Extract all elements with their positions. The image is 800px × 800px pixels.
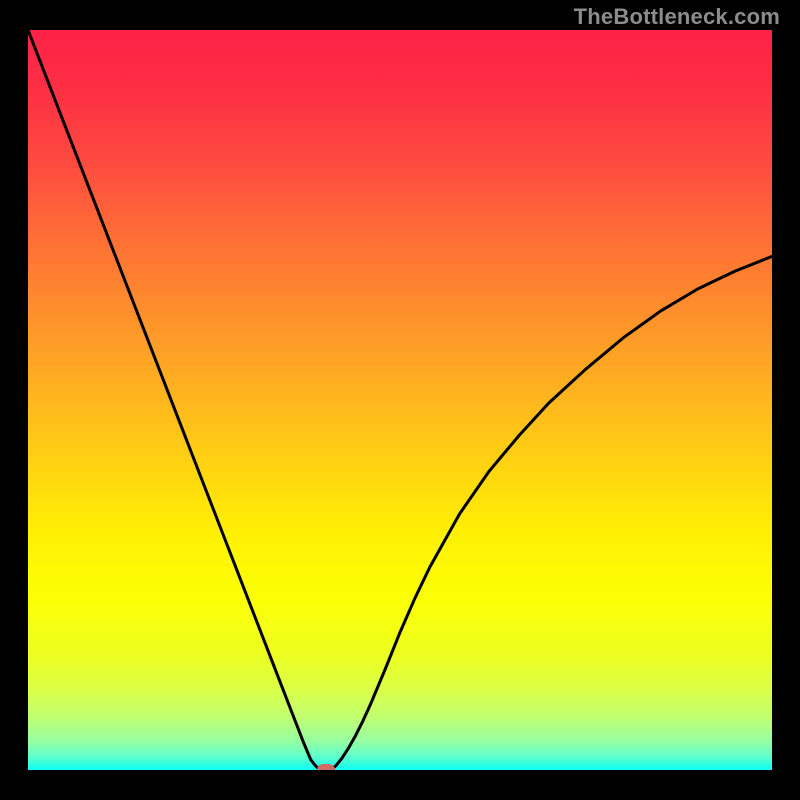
minimum-marker bbox=[317, 764, 335, 770]
bottleneck-curve bbox=[28, 30, 772, 770]
plot-area bbox=[28, 30, 772, 770]
watermark-text: TheBottleneck.com bbox=[574, 4, 780, 30]
chart-frame: TheBottleneck.com bbox=[0, 0, 800, 800]
